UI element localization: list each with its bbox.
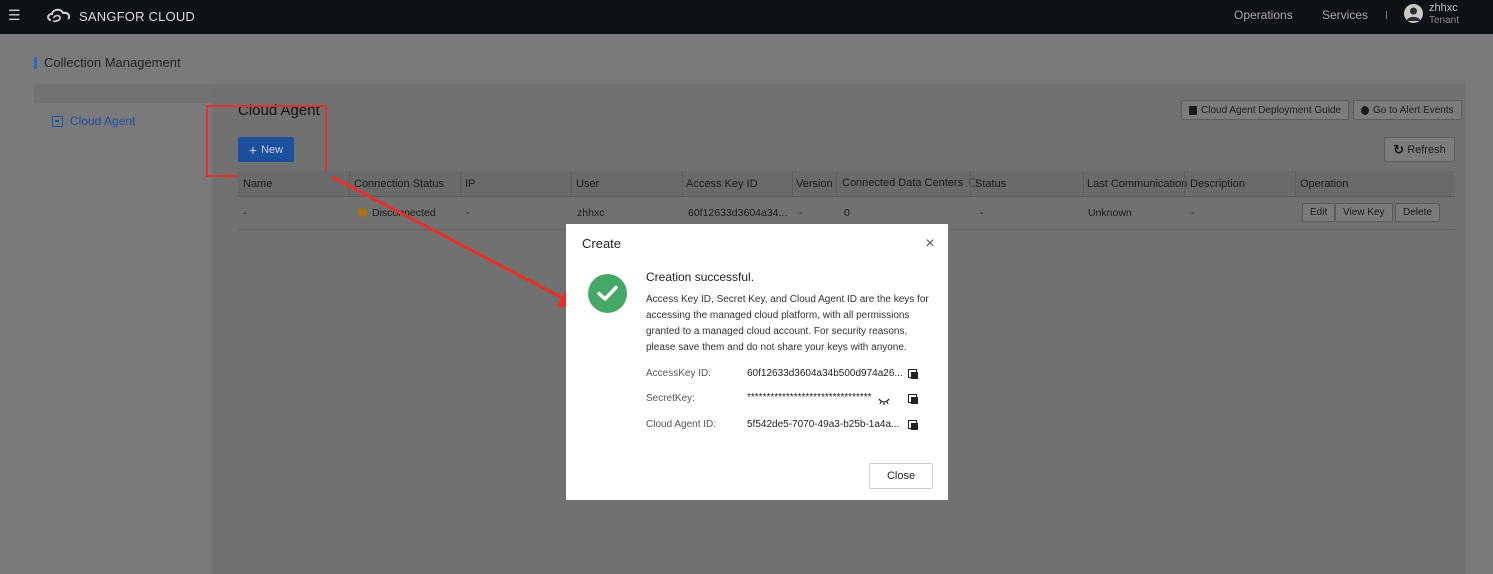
success-description: Access Key ID, Secret Key, and Cloud Age… <box>646 294 929 353</box>
copy-cloud-agent-id-icon[interactable] <box>908 420 919 431</box>
copy-access-key-icon[interactable] <box>908 369 919 380</box>
create-success-dialog: Create × Creation successful. Access Key… <box>566 224 948 500</box>
access-key-id-value: 60f12633d3604a34b500d974a26... <box>747 368 903 379</box>
close-button[interactable]: Close <box>869 463 933 489</box>
access-key-id-label: AccessKey ID: <box>646 368 712 379</box>
secret-key-value: ******************************** <box>747 392 872 403</box>
cloud-agent-id-value: 5f542de5-7070-49a3-b25b-1a4a... <box>747 419 900 430</box>
eye-closed-icon[interactable] <box>878 397 890 405</box>
dialog-title: Create <box>582 236 622 251</box>
success-title: Creation successful. <box>646 270 755 284</box>
cloud-agent-id-label: Cloud Agent ID: <box>646 419 717 430</box>
close-icon[interactable]: × <box>923 236 937 252</box>
success-check-icon <box>588 274 627 313</box>
secret-key-label: SecretKey: <box>646 393 695 404</box>
copy-secret-key-icon[interactable] <box>908 394 919 405</box>
